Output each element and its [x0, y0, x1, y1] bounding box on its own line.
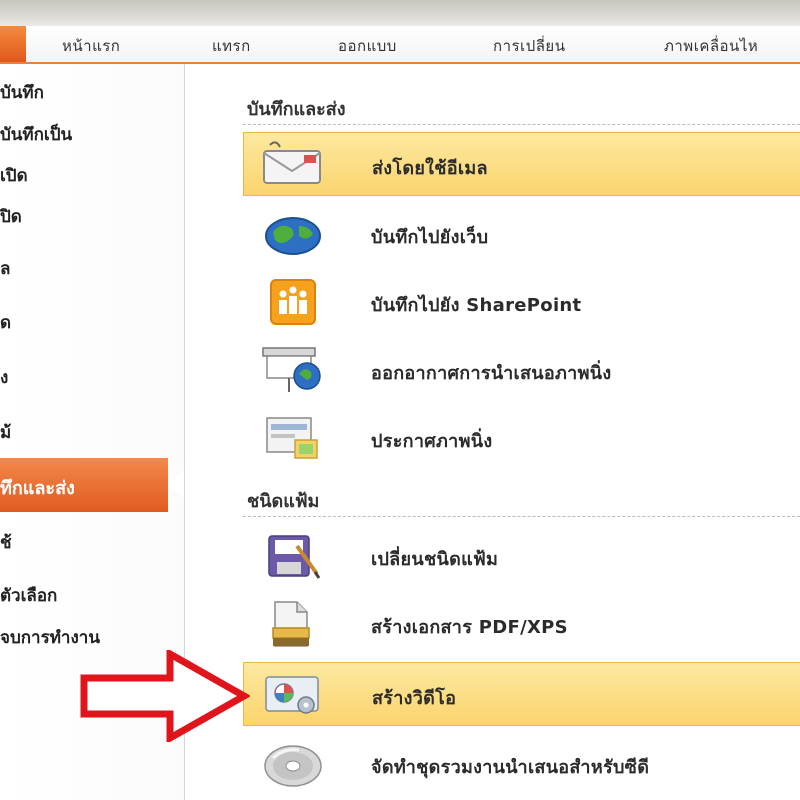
ribbon-tab-bar: หน้าแรก แทรก ออกแบบ การเปลี่ยน ภาพเคลื่อ…	[0, 26, 800, 64]
broadcast-icon	[262, 347, 321, 392]
section-title-file-types: ชนิดแฟ้ม	[247, 491, 320, 512]
option-broadcast-slideshow[interactable]: ออกอากาศการนำเสนอภาพนิ่ง	[243, 338, 800, 402]
option-label: ประกาศภาพนิ่ง	[371, 431, 493, 452]
tab-insert[interactable]: แทรก	[212, 34, 251, 58]
option-create-video[interactable]: สร้างวิดีโอ	[243, 662, 800, 726]
tab-design[interactable]: ออกแบบ	[338, 34, 397, 58]
tab-file[interactable]	[0, 26, 26, 62]
annotation-arrow-icon	[80, 650, 250, 742]
nav-save-as[interactable]: บันทึกเป็น	[0, 121, 72, 148]
section-divider	[243, 516, 800, 517]
tab-animations[interactable]: ภาพเคลื่อนไห	[664, 34, 758, 58]
option-save-to-sharepoint[interactable]: บันทึกไปยัง SharePoint	[243, 270, 800, 334]
option-label: จัดทำชุดรวมงานนำเสนอสำหรับซีดี	[371, 757, 650, 778]
change-filetype-icon	[268, 535, 321, 579]
window-top-strip	[0, 0, 800, 26]
cd-icon	[264, 745, 322, 787]
nav-info[interactable]: ล	[0, 255, 10, 282]
option-save-to-web[interactable]: บันทึกไปยังเว็บ	[243, 202, 800, 266]
option-change-file-type[interactable]: เปลี่ยนชนิดแฟ้ม	[243, 524, 800, 588]
section-title-save-and-send: บันทึกและส่ง	[247, 99, 346, 120]
option-label: ออกอากาศการนำเสนอภาพนิ่ง	[371, 363, 612, 384]
selection-pointer	[168, 471, 184, 499]
email-icon	[263, 141, 321, 184]
nav-help[interactable]: ช้	[0, 529, 12, 556]
nav-save-and-send-label: ทึกและส่ง	[0, 478, 75, 499]
globe-icon	[265, 217, 321, 255]
option-label: เปลี่ยนชนิดแฟ้ม	[371, 549, 499, 570]
nav-save-and-send[interactable]: ทึกและส่ง	[0, 458, 184, 512]
nav-close[interactable]: ปิด	[0, 203, 22, 230]
tab-home[interactable]: หน้าแรก	[62, 34, 120, 58]
nav-recent[interactable]: ด	[0, 309, 11, 336]
option-label: สร้างวิดีโอ	[372, 688, 457, 709]
option-send-email[interactable]: ส่งโดยใช้อีเมล	[243, 132, 800, 196]
video-icon	[265, 676, 319, 714]
option-package-for-cd[interactable]: จัดทำชุดรวมงานนำเสนอสำหรับซีดี	[243, 732, 800, 796]
option-label: ส่งโดยใช้อีเมล	[372, 158, 488, 179]
option-label: บันทึกไปยัง SharePoint	[371, 295, 582, 316]
nav-open[interactable]: เปิด	[0, 162, 28, 189]
tab-transitions[interactable]: การเปลี่ยน	[493, 34, 565, 58]
nav-exit[interactable]: จบการทำงาน	[0, 624, 100, 651]
nav-new[interactable]: ง	[0, 364, 8, 391]
option-label: สร้างเอกสาร PDF/XPS	[371, 617, 568, 638]
option-create-pdf-xps[interactable]: สร้างเอกสาร PDF/XPS	[243, 592, 800, 656]
publish-slides-icon	[266, 417, 318, 459]
nav-save[interactable]: บันทึก	[0, 79, 44, 106]
section-divider	[243, 124, 800, 125]
nav-options[interactable]: ตัวเลือก	[0, 582, 57, 609]
save-and-send-panel: บันทึกและส่ง ส่งโดยใช้อีเมล บันทึกไปยังเ…	[185, 64, 800, 800]
pdf-xps-icon	[272, 601, 310, 647]
option-publish-slides[interactable]: ประกาศภาพนิ่ง	[243, 406, 800, 470]
sharepoint-icon	[270, 279, 316, 325]
option-label: บันทึกไปยังเว็บ	[371, 227, 489, 248]
nav-print[interactable]: ม้	[0, 419, 11, 446]
